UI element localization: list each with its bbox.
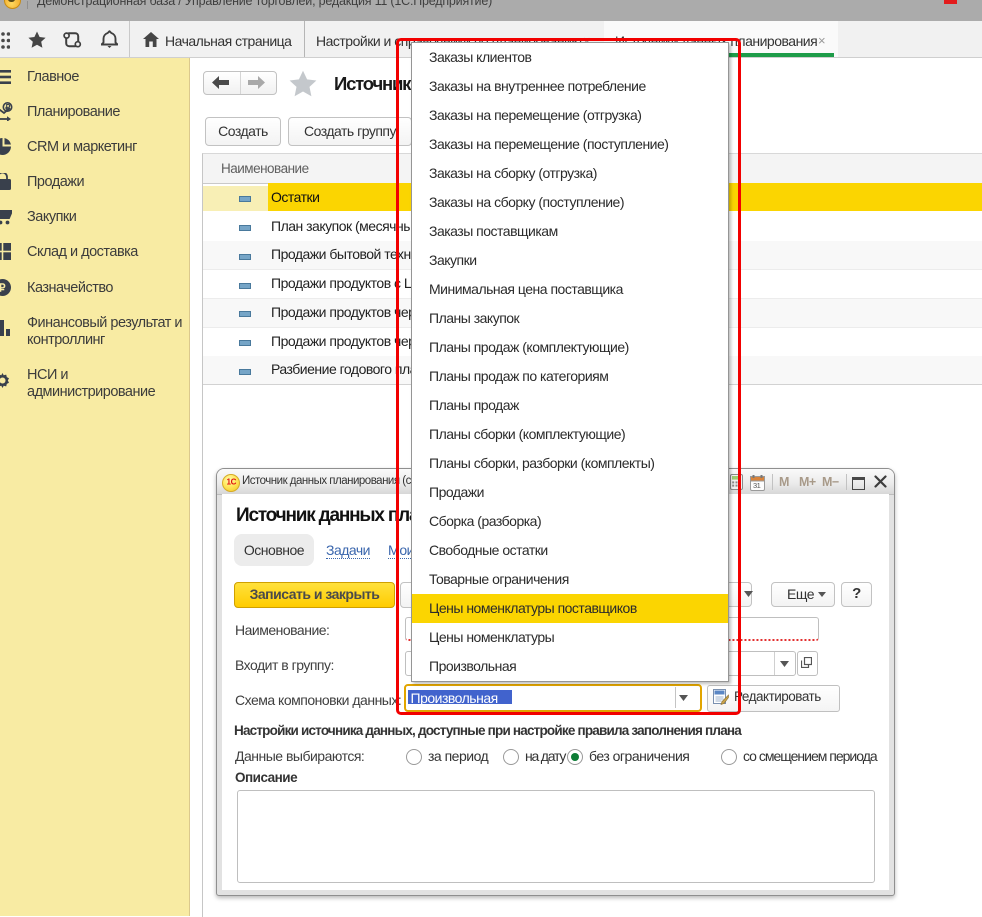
svg-text:31: 31 [753,481,761,490]
svg-text:₽: ₽ [0,283,6,295]
